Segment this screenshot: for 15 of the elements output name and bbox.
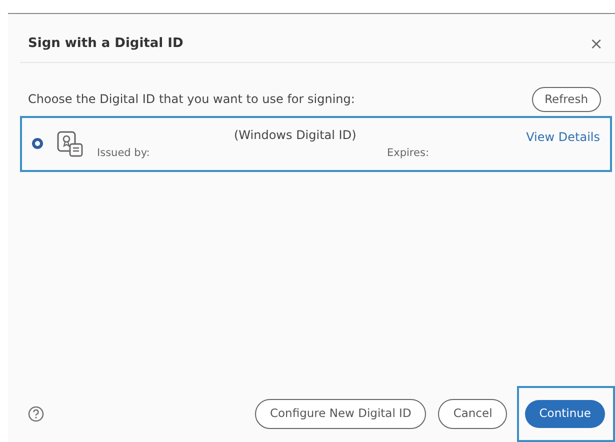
view-details-link[interactable]: View Details	[526, 128, 600, 146]
dialog-title: Sign with a Digital ID	[28, 35, 184, 53]
expires-label: Expires:	[387, 146, 429, 161]
prompt-text: Choose the Digital ID that you want to use for signing:	[28, 91, 355, 108]
certificate-icon	[57, 130, 83, 157]
digital-id-row[interactable]: (Windows Digital ID) Issued by: Expires: View Details	[20, 116, 612, 172]
help-icon[interactable]	[28, 406, 44, 422]
continue-button[interactable]: Continue	[525, 400, 605, 428]
refresh-button[interactable]: Refresh	[532, 86, 601, 112]
dialog-button[interactable]: Cancel	[438, 399, 508, 429]
digital-id-name: (Windows Digital ID)	[234, 128, 356, 142]
issued-by-label: Issued by:	[97, 146, 151, 161]
close-button[interactable]: ×	[586, 36, 607, 52]
dialog-button[interactable]: Configure New Digital ID	[254, 399, 426, 429]
radio-button[interactable]	[32, 138, 43, 150]
